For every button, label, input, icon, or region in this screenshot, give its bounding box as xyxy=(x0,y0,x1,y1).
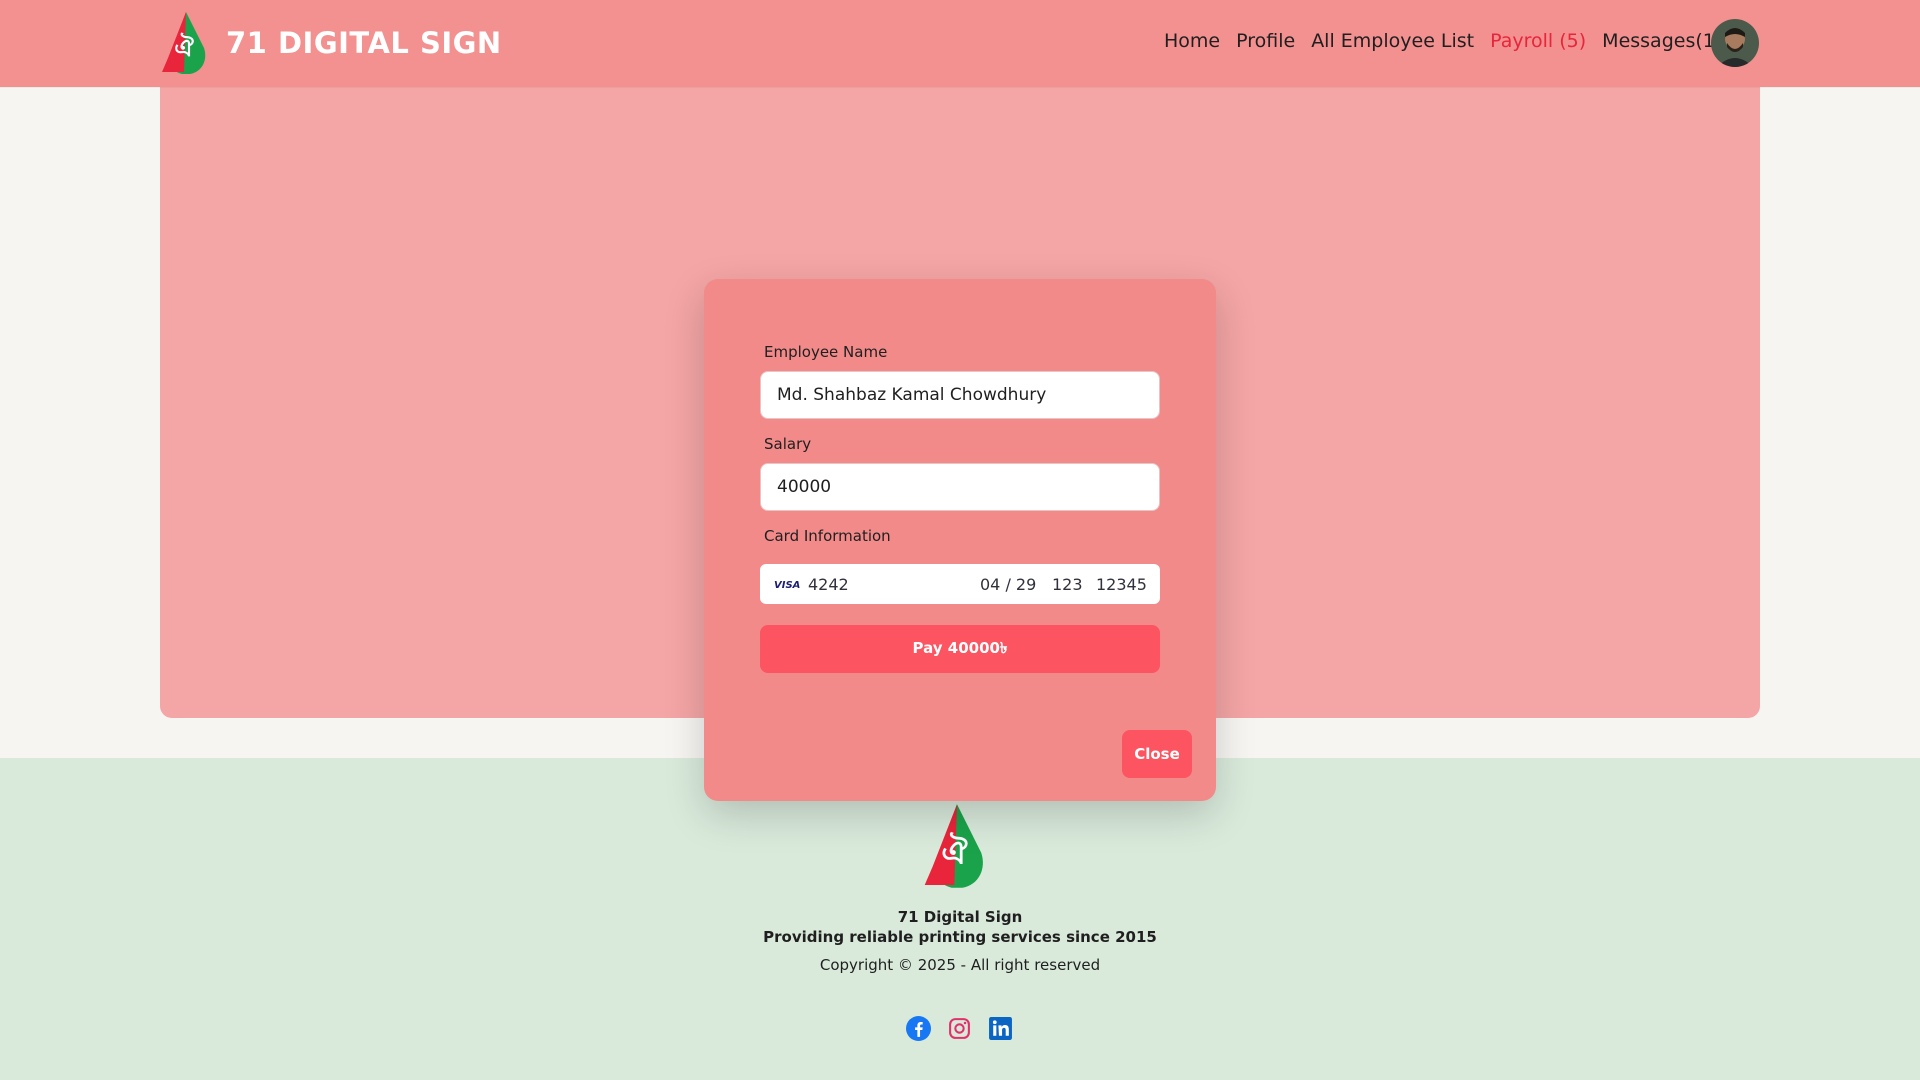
nav-home[interactable]: Home xyxy=(1164,30,1220,52)
navbar: ঐ 71 DIGITAL SIGN Home Profile All Emplo… xyxy=(0,0,1920,87)
card-number-input[interactable]: 4242 xyxy=(808,575,968,594)
salary-label: Salary xyxy=(764,435,812,453)
svg-text:ঐ: ঐ xyxy=(941,833,967,872)
svg-text:ঐ: ঐ xyxy=(174,32,194,62)
svg-text:VISA: VISA xyxy=(774,580,800,590)
footer-company-name: 71 Digital Sign xyxy=(897,908,1023,926)
man-avatar-icon xyxy=(1711,19,1759,67)
brand[interactable]: ঐ 71 DIGITAL SIGN xyxy=(160,10,502,76)
nav-links: Home Profile All Employee List Payroll (… xyxy=(1164,30,1722,52)
social-links xyxy=(906,1016,1013,1041)
footer-tagline: Providing reliable printing services sin… xyxy=(763,928,1157,946)
card-expiry-input[interactable]: 04 / 29 xyxy=(980,575,1038,594)
employee-name-input[interactable] xyxy=(760,371,1160,419)
facebook-icon[interactable] xyxy=(906,1016,931,1041)
brand-name: 71 DIGITAL SIGN xyxy=(226,26,502,60)
user-avatar[interactable] xyxy=(1711,19,1759,67)
card-cvc-input[interactable]: 123 xyxy=(1052,575,1088,594)
pay-submit-button[interactable]: Pay 40000৳ xyxy=(760,625,1160,673)
visa-icon: VISA xyxy=(774,580,800,590)
nav-messages[interactable]: Messages(1) xyxy=(1602,30,1722,52)
nav-all-employee-list[interactable]: All Employee List xyxy=(1311,30,1474,52)
nav-payroll[interactable]: Payroll (5) xyxy=(1490,30,1586,52)
close-button[interactable]: Close xyxy=(1122,730,1192,778)
pay-modal: Employee Name Salary Card Information VI… xyxy=(704,279,1216,801)
salary-input[interactable] xyxy=(760,463,1160,511)
footer-logo-icon: ঐ xyxy=(924,804,983,888)
footer: ঐ 71 Digital Sign Providing reliable pri… xyxy=(0,758,1920,1080)
instagram-icon[interactable] xyxy=(947,1016,972,1041)
footer-copyright: Copyright © 2025 - All right reserved xyxy=(819,956,1101,974)
employee-name-label: Employee Name xyxy=(764,343,888,361)
card-info-label: Card Information xyxy=(764,527,891,545)
card-zip-input[interactable]: 12345 xyxy=(1096,575,1147,594)
nav-profile[interactable]: Profile xyxy=(1236,30,1295,52)
card-info-field[interactable]: VISA 4242 04 / 29 123 12345 xyxy=(760,564,1160,604)
brand-logo-icon: ঐ xyxy=(162,12,206,74)
linkedin-icon[interactable] xyxy=(988,1016,1013,1041)
